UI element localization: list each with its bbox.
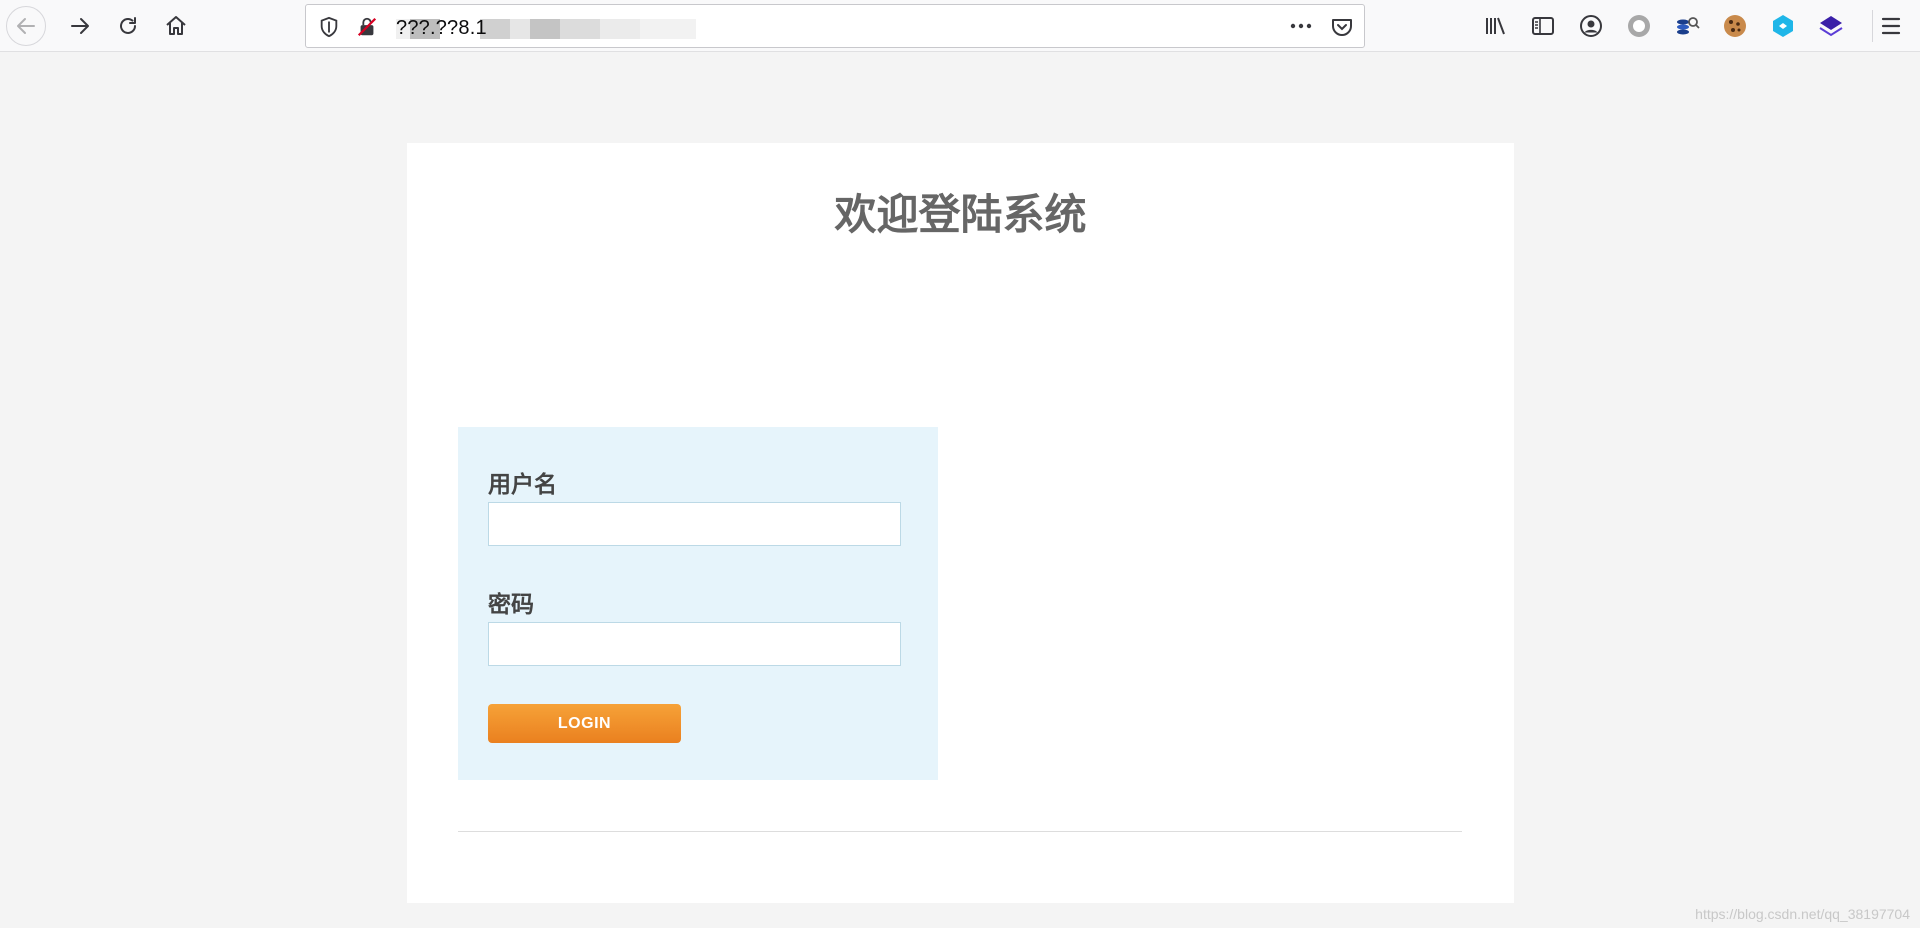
pocket-icon[interactable] [1330,15,1354,39]
forward-button[interactable] [60,6,100,46]
reload-icon [120,17,136,34]
record-circle-icon [1628,15,1650,37]
forward-arrow-icon [71,18,89,34]
home-button[interactable] [156,6,196,46]
home-icon [166,16,186,35]
footer-divider [458,831,1462,832]
watermark: https://blog.csdn.net/qq_38197704 [1695,906,1910,922]
username-label: 用户名 [488,472,557,498]
tracking-shield-icon[interactable] [318,16,340,38]
reload-button[interactable] [108,6,148,46]
extension-cube[interactable] [1770,13,1796,39]
main-card: 欢迎登陆系统 用户名 密码 LOGIN [407,143,1514,903]
password-label: 密码 [488,592,534,618]
back-button[interactable] [6,6,46,46]
url-text[interactable]: ???.??8.1 [396,17,487,40]
more-dots-icon[interactable] [1288,15,1314,37]
password-input[interactable] [488,622,901,666]
library-button[interactable] [1482,13,1508,39]
layers-icon [1819,16,1843,37]
hamburger-menu-icon [1881,17,1901,35]
sidebar-icon [1532,17,1554,35]
extension-layers[interactable] [1818,13,1844,39]
login-form: 用户名 密码 LOGIN [458,427,938,780]
username-input[interactable] [488,502,901,546]
back-arrow-icon [17,18,35,34]
cookie-icon [1724,15,1746,37]
toolbar-separator [1872,10,1873,42]
extension-record[interactable] [1626,13,1652,39]
coin-stack-icon [1677,17,1700,35]
sidebar-button[interactable] [1530,13,1556,39]
account-icon [1580,15,1602,37]
insecure-connection-icon[interactable] [356,16,378,38]
extension-cookie[interactable] [1722,13,1748,39]
browser-toolbar: ???.??8.1 [0,0,1920,52]
account-button[interactable] [1578,13,1604,39]
extension-coins[interactable] [1674,13,1700,39]
page-title: 欢迎登陆系统 [834,190,1087,239]
menu-button[interactable] [1878,13,1904,39]
url-bar[interactable]: ???.??8.1 [305,4,1365,48]
library-icon [1486,17,1505,35]
login-button[interactable]: LOGIN [488,704,681,743]
cube-icon [1773,15,1793,37]
